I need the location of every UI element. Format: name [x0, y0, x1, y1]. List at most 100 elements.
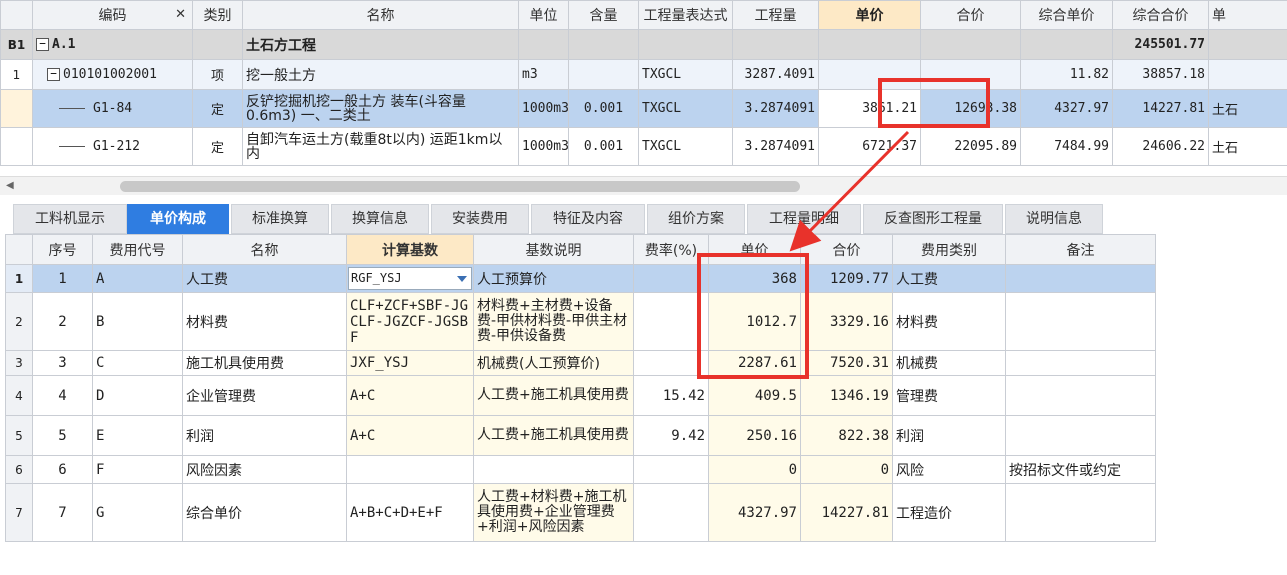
- rate-cell[interactable]: 15.42: [633, 375, 709, 416]
- seq-cell[interactable]: 1: [32, 264, 93, 293]
- table-row[interactable]: 3 3 C 施工机具使用费 JXF_YSJ 机械费(人工预算价) 2287.61…: [5, 350, 1156, 376]
- name-cell[interactable]: 挖一般土方: [242, 59, 519, 90]
- col-unit[interactable]: 单位: [518, 0, 569, 30]
- row-header[interactable]: B1: [0, 29, 33, 60]
- rate-cell[interactable]: [633, 483, 709, 542]
- unit-price-cell[interactable]: 250.16: [708, 415, 801, 456]
- table-row[interactable]: G1-212 定 自卸汽车运土方(载重8t以内) 运距1km以内 1000m3 …: [0, 127, 1287, 166]
- name-cell[interactable]: 企业管理费: [182, 375, 347, 416]
- code-cell[interactable]: − A.1: [32, 29, 193, 60]
- row-header[interactable]: 1: [5, 264, 33, 293]
- comp-total-cell[interactable]: 14227.81: [1112, 89, 1209, 128]
- tab-features[interactable]: 特征及内容: [531, 204, 645, 234]
- content-cell[interactable]: 0.001: [568, 127, 639, 166]
- extra-cell[interactable]: [1208, 29, 1287, 60]
- table-row[interactable]: 4 4 D 企业管理费 A+C 人工费+施工机具使用费 15.42 409.5 …: [5, 375, 1156, 416]
- total-cell[interactable]: 1346.19: [800, 375, 893, 416]
- total-cell[interactable]: 7520.31: [800, 350, 893, 376]
- basis-desc-cell[interactable]: 机械费(人工预算价): [473, 350, 634, 376]
- qty-cell[interactable]: 3.2874091: [732, 127, 819, 166]
- unit-cell[interactable]: 1000m3: [518, 127, 569, 166]
- collapse-icon[interactable]: −: [47, 68, 60, 81]
- total-cell[interactable]: 22095.89: [920, 127, 1021, 166]
- total-cell[interactable]: 1209.77: [800, 264, 893, 293]
- table-row-selected[interactable]: 1 1 A 人工费 RGF_YSJ 人工预算价 368 1209.77 人工费: [5, 264, 1156, 293]
- comp-total-cell[interactable]: 38857.18: [1112, 59, 1209, 90]
- name-cell[interactable]: 土石方工程: [242, 29, 519, 60]
- category-cell[interactable]: [192, 29, 243, 60]
- fee-type-cell[interactable]: 机械费: [892, 350, 1006, 376]
- remark-cell[interactable]: [1005, 292, 1156, 351]
- basis-cell[interactable]: A+C: [346, 415, 474, 456]
- fee-code-cell[interactable]: C: [92, 350, 183, 376]
- col-expr[interactable]: 工程量表达式: [638, 0, 733, 30]
- content-cell[interactable]: [568, 59, 639, 90]
- scroll-left-icon[interactable]: ◀: [6, 180, 14, 191]
- row-header[interactable]: 7: [5, 483, 33, 542]
- table-row-selected[interactable]: G1-84 定 反铲挖掘机挖一般土方 装车(斗容量0.6m3) 一、二类土 10…: [0, 89, 1287, 128]
- name-cell[interactable]: 利润: [182, 415, 347, 456]
- basis-desc-cell[interactable]: 人工预算价: [473, 264, 634, 293]
- col-fee-type[interactable]: 费用类别: [892, 234, 1006, 265]
- tab-install-fee[interactable]: 安装费用: [431, 204, 529, 234]
- table-row[interactable]: 7 7 G 综合单价 A+B+C+D+E+F 人工费+材料费+施工机具使用费+企…: [5, 483, 1156, 542]
- fee-code-cell[interactable]: A: [92, 264, 183, 293]
- fee-type-cell[interactable]: 利润: [892, 415, 1006, 456]
- name-cell[interactable]: 综合单价: [182, 483, 347, 542]
- basis-desc-cell[interactable]: 人工费+材料费+施工机具使用费+企业管理费+利润+风险因素: [473, 483, 634, 542]
- name-cell[interactable]: 反铲挖掘机挖一般土方 装车(斗容量0.6m3) 一、二类土: [242, 89, 519, 128]
- rate-cell[interactable]: [633, 455, 709, 484]
- qty-cell[interactable]: [732, 29, 819, 60]
- seq-cell[interactable]: 5: [32, 415, 93, 456]
- content-cell[interactable]: 0.001: [568, 89, 639, 128]
- row-header[interactable]: 4: [5, 375, 33, 416]
- basis-dropdown[interactable]: RGF_YSJ: [348, 267, 472, 290]
- col-comp-total[interactable]: 综合合价: [1112, 0, 1209, 30]
- tab-reverse-graphic-qty[interactable]: 反查图形工程量: [863, 204, 1003, 234]
- name-cell[interactable]: 风险因素: [182, 455, 347, 484]
- expr-cell[interactable]: TXGCL: [638, 59, 733, 90]
- table-row[interactable]: B1 − A.1 土石方工程 245501.77: [0, 29, 1287, 60]
- collapse-icon[interactable]: −: [36, 38, 49, 51]
- unit-price-cell[interactable]: 6721.37: [818, 127, 921, 166]
- total-cell[interactable]: 0: [800, 455, 893, 484]
- tab-unit-price-composition[interactable]: 单价构成: [127, 204, 229, 234]
- basis-desc-cell[interactable]: [473, 455, 634, 484]
- basis-cell[interactable]: RGF_YSJ: [346, 264, 474, 293]
- fee-code-cell[interactable]: F: [92, 455, 183, 484]
- expr-cell[interactable]: [638, 29, 733, 60]
- fee-code-cell[interactable]: G: [92, 483, 183, 542]
- unit-cell[interactable]: m3: [518, 59, 569, 90]
- tab-labor-material-machine[interactable]: 工料机显示: [13, 204, 127, 234]
- tab-quantity-detail[interactable]: 工程量明细: [747, 204, 861, 234]
- name-cell[interactable]: 自卸汽车运土方(载重8t以内) 运距1km以内: [242, 127, 519, 166]
- col-fee-code[interactable]: 费用代号: [92, 234, 183, 265]
- fee-type-cell[interactable]: 材料费: [892, 292, 1006, 351]
- code-cell[interactable]: −010101002001: [32, 59, 193, 90]
- col-code[interactable]: 编码 ✕: [32, 0, 193, 30]
- name-cell[interactable]: 人工费: [182, 264, 347, 293]
- col-name[interactable]: 名称: [242, 0, 519, 30]
- expr-cell[interactable]: TXGCL: [638, 89, 733, 128]
- comp-unit-price-cell[interactable]: 11.82: [1020, 59, 1113, 90]
- col-total[interactable]: 合价: [920, 0, 1021, 30]
- unit-price-cell[interactable]: 4327.97: [708, 483, 801, 542]
- horizontal-scrollbar[interactable]: ◀: [0, 176, 1287, 195]
- tab-pricing-scheme[interactable]: 组价方案: [647, 204, 745, 234]
- table-row[interactable]: 1 −010101002001 项 挖一般土方 m3 TXGCL 3287.40…: [0, 59, 1287, 90]
- col-basis-desc[interactable]: 基数说明: [473, 234, 634, 265]
- fee-type-cell[interactable]: 风险: [892, 455, 1006, 484]
- total-cell[interactable]: 822.38: [800, 415, 893, 456]
- rate-cell[interactable]: 9.42: [633, 415, 709, 456]
- content-cell[interactable]: [568, 29, 639, 60]
- row-header[interactable]: 6: [5, 455, 33, 484]
- chevron-down-icon[interactable]: [457, 276, 467, 282]
- tab-conversion-info[interactable]: 换算信息: [331, 204, 429, 234]
- close-icon[interactable]: ✕: [175, 7, 186, 22]
- basis-desc-cell[interactable]: 材料费+主材费+设备费-甲供材料费-甲供主材费-甲供设备费: [473, 292, 634, 351]
- col-total[interactable]: 合价: [800, 234, 893, 265]
- category-cell[interactable]: 定: [192, 127, 243, 166]
- remark-cell[interactable]: [1005, 415, 1156, 456]
- col-remark[interactable]: 备注: [1005, 234, 1156, 265]
- remark-cell[interactable]: [1005, 350, 1156, 376]
